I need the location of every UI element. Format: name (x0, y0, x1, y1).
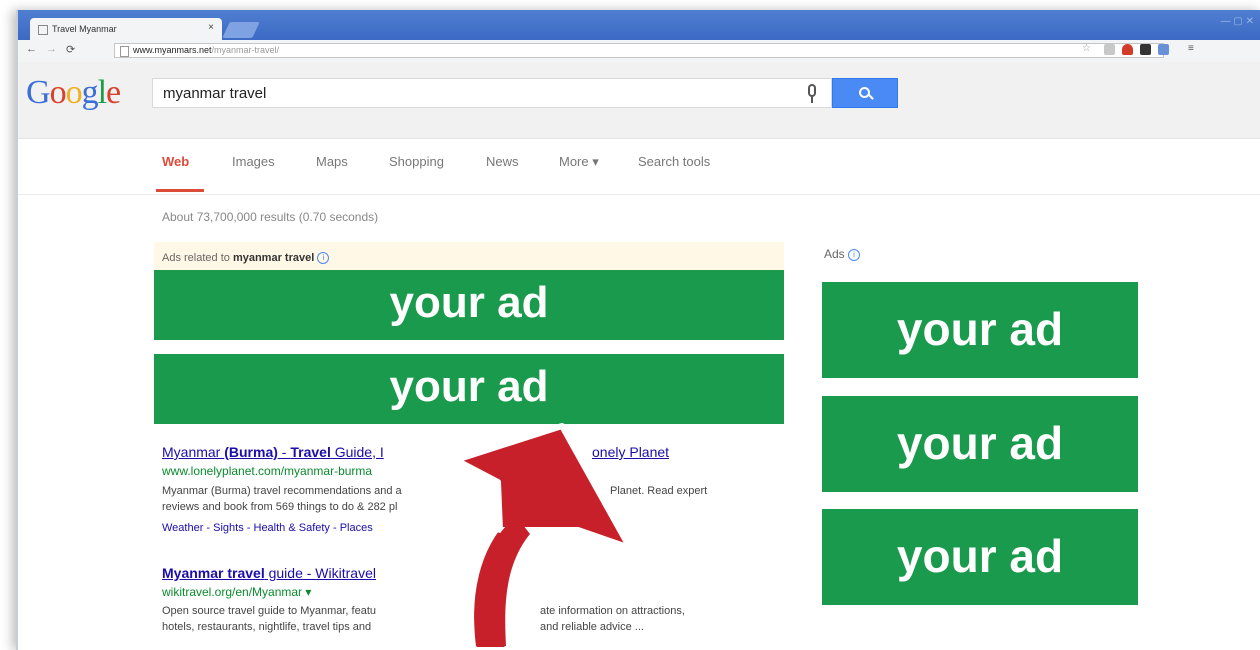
browser-window: Travel Myanmar × — ▢ ✕ ← → ⟳ www.myanmar… (16, 10, 1260, 650)
red-arrow-icon (453, 423, 633, 650)
